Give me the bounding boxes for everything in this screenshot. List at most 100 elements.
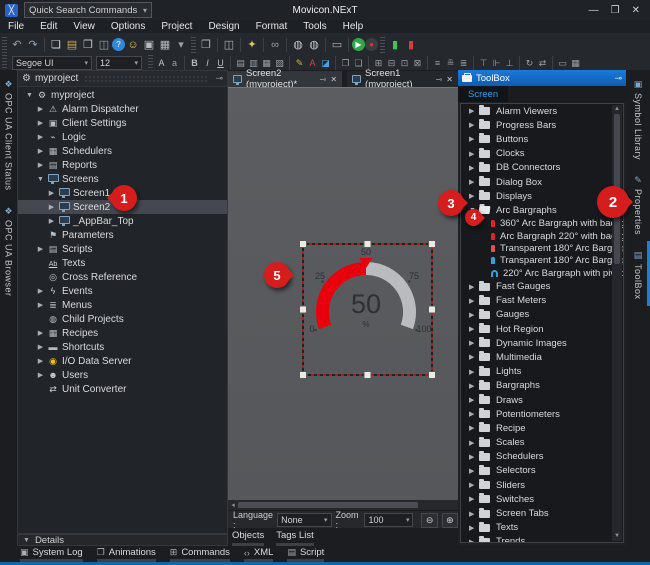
paste-icon[interactable]: ❐: [198, 37, 214, 53]
tree-item-menus[interactable]: ▶≣Menus: [18, 298, 227, 312]
fill-color-icon[interactable]: ◪: [319, 57, 332, 69]
toolbox-expander-icon[interactable]: ▶: [469, 424, 479, 432]
toolbox-expander-icon[interactable]: ▶: [469, 283, 479, 291]
toolbox-category-gauges[interactable]: ▶Gauges: [461, 308, 623, 322]
tab-tags-list[interactable]: Tags List: [276, 528, 314, 546]
bottom-tab-system-log[interactable]: ▣System Log: [20, 546, 83, 562]
send-back-icon[interactable]: ❏: [352, 57, 365, 69]
menu-file[interactable]: File: [0, 21, 32, 32]
toolbox-expander-icon[interactable]: ▶: [469, 439, 479, 447]
screen-canvas[interactable]: 0 25 50 75 100 50 %: [228, 87, 458, 500]
tree-item-users[interactable]: ▶☻Users: [18, 368, 227, 382]
tree-expander-icon[interactable]: ▶: [35, 371, 46, 379]
toolbox-expander-icon[interactable]: ▶: [469, 107, 479, 115]
toolbox-expander-icon[interactable]: ▶: [469, 495, 479, 503]
tree-item-events[interactable]: ▶ϟEvents: [18, 284, 227, 298]
toolbox-expander-icon[interactable]: ▶: [469, 481, 479, 489]
font-shrink-icon[interactable]: a: [168, 57, 181, 69]
open-project-icon[interactable]: ▤: [64, 37, 80, 53]
align-objects-center-icon[interactable]: ≞: [444, 57, 457, 69]
toolbox-expander-icon[interactable]: ▶: [469, 453, 479, 461]
toolbox-expander-icon[interactable]: ▶: [469, 538, 479, 543]
toolbox-item-arc-bargraph-220-with-backgrou-[interactable]: Arc Bargraph 220° with backgrou...: [461, 230, 623, 242]
scroll-down-icon[interactable]: ▼: [614, 532, 620, 541]
toolbox-category-fast-meters[interactable]: ▶Fast Meters: [461, 294, 623, 308]
toolbar-grip[interactable]: [191, 37, 196, 53]
font-family-select[interactable]: Segoe UI ▾: [12, 56, 92, 70]
font-size-select[interactable]: 12 ▾: [96, 56, 142, 70]
link-icon[interactable]: ∞: [267, 37, 283, 53]
close-icon[interactable]: ✕: [330, 75, 337, 84]
menu-edit[interactable]: Edit: [32, 21, 65, 32]
toolbox-category-dynamic-images[interactable]: ▶Dynamic Images: [461, 336, 623, 350]
duplicate-screen-icon[interactable]: ◫: [221, 37, 237, 53]
flip-icon[interactable]: ⇄: [536, 57, 549, 69]
bold-icon[interactable]: B: [188, 57, 201, 69]
close-button[interactable]: ✕: [632, 5, 640, 16]
project-panel-header[interactable]: ⚙ myproject ⊸: [18, 71, 227, 87]
toolbox-expander-icon[interactable]: ▶: [469, 325, 479, 333]
bottom-tab-commands[interactable]: ⊞Commands: [170, 546, 230, 562]
tree-expander-icon[interactable]: ▼: [24, 92, 35, 99]
pin-icon[interactable]: ⊸: [614, 73, 622, 84]
save-all-icon[interactable]: ▦: [157, 37, 173, 53]
tree-item-unit-converter[interactable]: ⇄Unit Converter: [18, 382, 227, 396]
tree-expander-icon[interactable]: ▶: [35, 119, 46, 127]
canvas-hscrollbar[interactable]: ◂: [228, 500, 458, 510]
side-tab-toolbox[interactable]: ▤ToolBox: [626, 241, 650, 306]
toolbox-expander-icon[interactable]: ▶: [469, 396, 479, 404]
tree-item-child-projects[interactable]: ◍Child Projects: [18, 312, 227, 326]
menu-project[interactable]: Project: [153, 21, 200, 32]
scroll-left-icon[interactable]: ◂: [228, 501, 238, 509]
toolbox-category-buttons[interactable]: ▶Buttons: [461, 132, 623, 146]
toolbox-category-lights[interactable]: ▶Lights: [461, 365, 623, 379]
help-icon[interactable]: ?: [112, 38, 125, 51]
key-icon[interactable]: ✦: [244, 37, 260, 53]
new-project-icon[interactable]: ❏: [48, 37, 64, 53]
tree-item-parameters[interactable]: ⚑Parameters: [18, 228, 227, 242]
toolbar-grip[interactable]: [2, 37, 7, 53]
toolbox-expander-icon[interactable]: ▶: [469, 368, 479, 376]
stop-io-server-icon[interactable]: ▮: [403, 37, 419, 53]
bottom-tab-animations[interactable]: ❐Animations: [97, 546, 156, 562]
toolbox-expander-icon[interactable]: ▶: [469, 297, 479, 305]
tree-expander-icon[interactable]: ▶: [35, 147, 46, 155]
menu-tools[interactable]: Tools: [295, 21, 334, 32]
minimize-button[interactable]: —: [589, 5, 599, 16]
language-select[interactable]: None ▾: [277, 513, 331, 527]
toolbox-expander-icon[interactable]: ▶: [469, 164, 479, 172]
toolbox-category-scales[interactable]: ▶Scales: [461, 436, 623, 450]
tree-item-recipes[interactable]: ▶▦Recipes: [18, 326, 227, 340]
tree-item-alarm-dispatcher[interactable]: ▶⚠Alarm Dispatcher: [18, 102, 227, 116]
toolbox-expander-icon[interactable]: ▶: [469, 339, 479, 347]
start-io-server-icon[interactable]: ▮: [387, 37, 403, 53]
hscroll-thumb[interactable]: [238, 502, 418, 508]
toolbox-category-bargraphs[interactable]: ▶Bargraphs: [461, 379, 623, 393]
import-icon[interactable]: ◫: [96, 37, 112, 53]
toolbox-expander-icon[interactable]: ▶: [469, 353, 479, 361]
tree-expander-icon[interactable]: ▶: [35, 287, 46, 295]
toolbox-expander-icon[interactable]: ▶: [469, 178, 479, 186]
toolbox-expander-icon[interactable]: ▶: [469, 524, 479, 532]
tree-item-client-settings[interactable]: ▶▣Client Settings: [18, 116, 227, 130]
toolbox-expander-icon[interactable]: ▶: [469, 510, 479, 518]
bottom-tab-xml[interactable]: ‹›XML: [244, 546, 274, 562]
menu-options[interactable]: Options: [103, 21, 153, 32]
toolbox-category-progress-bars[interactable]: ▶Progress Bars: [461, 118, 623, 132]
tab-screen[interactable]: Screen: [458, 86, 508, 102]
gauge-widget[interactable]: 0 25 50 75 100 50 %: [228, 88, 458, 501]
tree-item--appbar-top[interactable]: ▶_AppBar_Top: [18, 214, 227, 228]
tree-item-shortcuts[interactable]: ▶▬Shortcuts: [18, 340, 227, 354]
toolbox-scrollbar[interactable]: ▲ ▼: [612, 105, 622, 541]
more-caret[interactable]: ▾: [173, 37, 189, 53]
menu-help[interactable]: Help: [335, 21, 372, 32]
quick-search-input[interactable]: Quick Search Commands ▾: [24, 2, 152, 18]
pin-icon[interactable]: ⊸: [436, 75, 443, 84]
toolbox-category-recipe[interactable]: ▶Recipe: [461, 421, 623, 435]
close-icon[interactable]: ✕: [446, 75, 453, 84]
maximize-button[interactable]: ❐: [611, 5, 620, 16]
tree-item-myproject[interactable]: ▼⚙myproject: [18, 88, 227, 102]
zoom-in-button[interactable]: ⊕: [442, 513, 458, 528]
toolbox-category-screen-tabs[interactable]: ▶Screen Tabs: [461, 506, 623, 520]
toolbox-header[interactable]: ToolBox ⊸: [458, 70, 626, 86]
